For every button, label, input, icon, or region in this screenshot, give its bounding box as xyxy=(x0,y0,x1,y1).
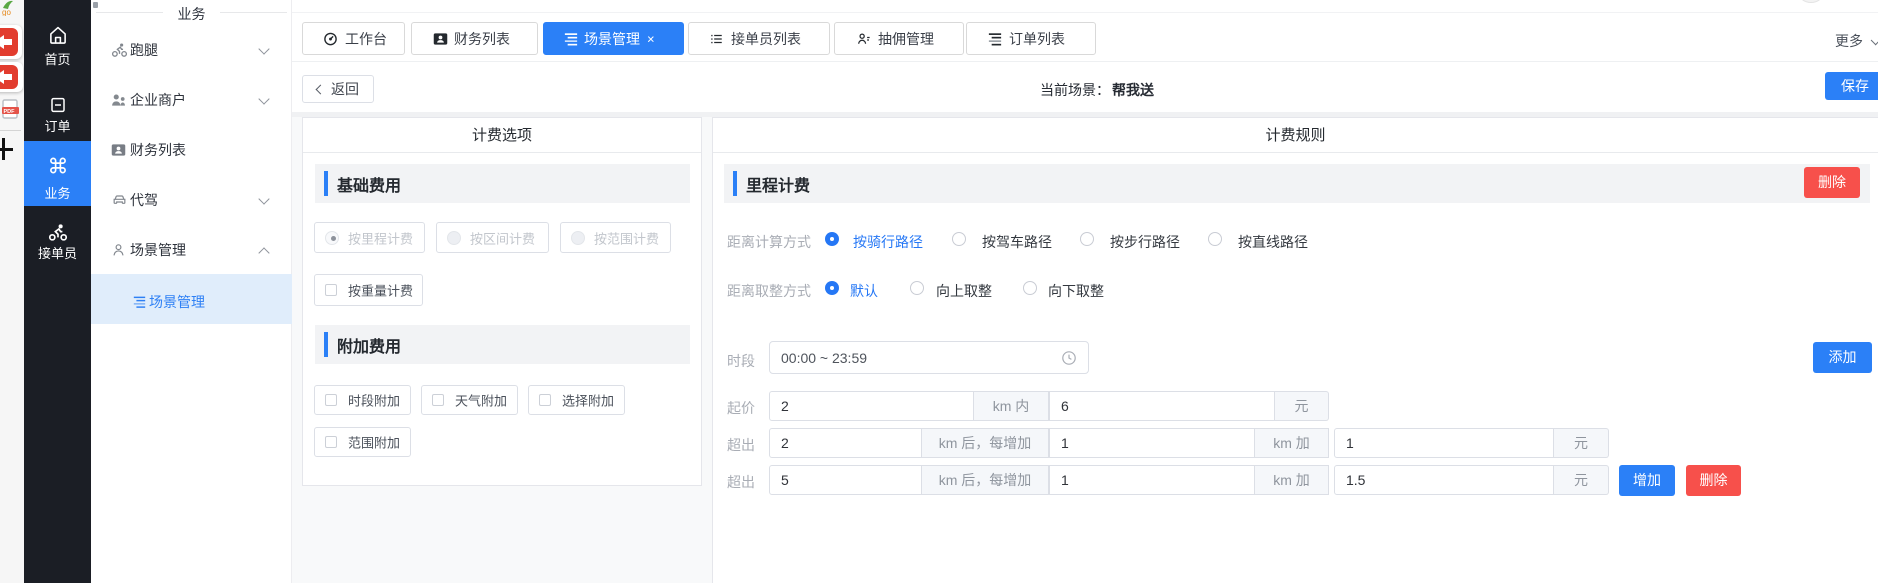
svg-text:PDF: PDF xyxy=(4,109,16,115)
svg-text:go: go xyxy=(2,8,11,16)
